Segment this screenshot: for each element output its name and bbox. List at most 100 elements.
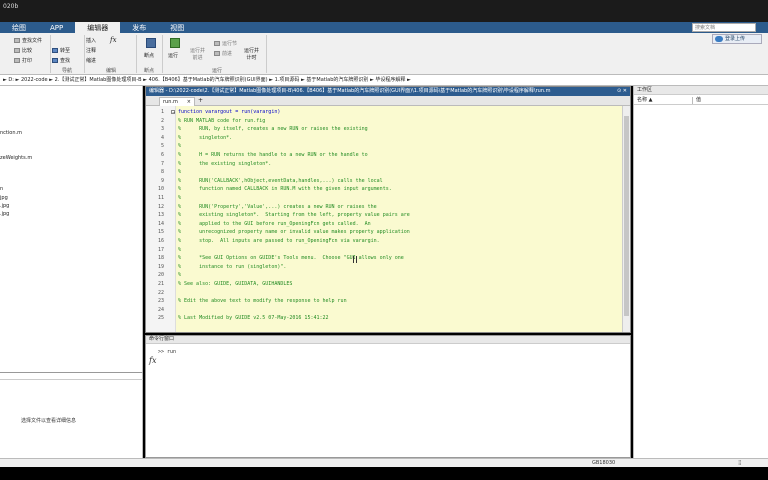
code-line[interactable]: % unrecognized property name or invalid … <box>178 229 410 235</box>
column-header-name[interactable]: 名称 ▲ <box>637 96 652 104</box>
comment-button[interactable]: 注释 <box>86 47 96 54</box>
code-line[interactable]: % applied to the GUI before run_OpeningF… <box>178 221 371 227</box>
insert-button[interactable]: 插入 <box>86 37 96 44</box>
code-line[interactable]: % function named CALLBACK in RUN.M with … <box>178 186 392 192</box>
code-line[interactable]: % <box>178 272 181 278</box>
code-line[interactable]: % singleton*. <box>178 135 232 141</box>
editor-vertical-scrollbar[interactable] <box>622 106 630 332</box>
tab-publish[interactable]: 发布 <box>120 22 158 33</box>
breakpoints-button[interactable]: 断点 <box>144 52 154 59</box>
mouse-cursor-ibeam <box>353 256 357 263</box>
window-title: 020b <box>3 3 19 10</box>
code-fold-icon[interactable]: − <box>171 110 175 115</box>
code-line[interactable]: % Last Modified by GUIDE v2.5 07-May-201… <box>178 315 329 321</box>
code-line[interactable]: % <box>178 247 181 253</box>
scrollbar-thumb[interactable] <box>624 116 629 316</box>
workspace-title: 工作区 <box>634 86 768 95</box>
line-number: 15 <box>157 229 164 236</box>
compare-icon <box>14 48 20 53</box>
code-line[interactable]: % <box>178 195 181 201</box>
line-number: 13 <box>157 212 164 219</box>
breakpoint-icon <box>146 38 156 48</box>
printer-icon <box>14 58 20 63</box>
code-line[interactable]: % <box>178 169 181 175</box>
tab-view[interactable]: 视图 <box>158 22 196 33</box>
command-window: 命令行窗口 >> run fx <box>145 335 631 458</box>
details-panel: 选择文件以查看详细信息 <box>0 372 143 472</box>
indent-button[interactable]: 缩进 <box>86 57 96 64</box>
workspace-panel: 工作区 名称 ▲ 值 <box>633 86 768 458</box>
tab-editor[interactable]: 编辑器 <box>75 22 121 33</box>
code-line[interactable]: % <box>178 143 181 149</box>
line-number: 12 <box>157 203 164 210</box>
editor-file-tabs: run.m × + <box>146 96 630 106</box>
login-upload-button[interactable]: 登录上传 <box>712 34 762 44</box>
insert-function-button[interactable]: fx <box>110 36 117 44</box>
find-files-button[interactable]: 查找文件 <box>14 37 42 44</box>
advance-icon <box>214 51 220 56</box>
line-number: 5 <box>160 143 164 150</box>
file-item[interactable]: n <box>0 186 3 192</box>
editor-title: 编辑器 - D:\2022-code\2.【测试正常】Matlab图像处理项目-… <box>149 88 551 94</box>
resize-grip-icon[interactable]: ⣿ <box>738 460 742 466</box>
line-number: 7 <box>160 160 164 167</box>
find-button[interactable]: 查找 <box>52 57 70 64</box>
run-and-advance-button[interactable]: 运行并 前进 <box>190 47 205 61</box>
current-folder-panel: nction.m zeWeights.m n jpg .jpg .jpg <box>0 86 143 372</box>
line-number: 10 <box>157 186 164 193</box>
file-item[interactable]: .jpg <box>0 211 9 217</box>
code-line[interactable]: function varargout = run(varargin) <box>178 109 280 115</box>
code-line[interactable]: % existing singleton*. Starting from the… <box>178 212 410 218</box>
code-line[interactable]: % the existing singleton*. <box>178 161 271 167</box>
ribbon-tab-bar: 绘图 APP 编辑器 发布 视图 <box>0 22 768 33</box>
tab-apps[interactable]: APP <box>38 22 75 33</box>
code-line[interactable]: % RUN, by itself, creates a new RUN or r… <box>178 126 368 132</box>
workspace-table-header: 名称 ▲ 值 <box>634 96 768 105</box>
line-number: 24 <box>157 306 164 313</box>
line-number: 20 <box>157 272 164 279</box>
current-folder-address-bar[interactable]: ► D: ► 2022-code ► 2.【测试正常】Matlab图像处理项目-… <box>0 75 768 86</box>
ribbon-divider <box>162 35 163 73</box>
print-button[interactable]: 打印 <box>14 57 32 64</box>
matlab-screen: 020b 绘图 APP 编辑器 发布 视图 搜索文档 查找文件 比较 打印 转至… <box>0 0 768 480</box>
file-item[interactable]: .jpg <box>0 203 9 209</box>
code-line[interactable]: % See also: GUIDE, GUIDATA, GUIHANDLES <box>178 281 292 287</box>
line-number: 4 <box>160 134 164 141</box>
file-item[interactable]: jpg <box>0 195 8 201</box>
details-placeholder-text: 选择文件以查看详细信息 <box>21 418 77 424</box>
code-line[interactable]: % stop. All inputs are passed to run_Ope… <box>178 238 380 244</box>
line-number: 3 <box>160 126 164 133</box>
new-tab-plus-icon[interactable]: + <box>198 97 203 105</box>
tab-plots[interactable]: 绘图 <box>0 22 38 33</box>
code-line[interactable]: % RUN MATLAB code for run.fig <box>178 118 265 124</box>
code-line[interactable]: % instance to run (singleton)". <box>178 264 286 270</box>
file-item[interactable]: zeWeights.m <box>0 155 32 161</box>
search-documentation-input[interactable]: 搜索文档 <box>692 23 756 32</box>
run-section-icon <box>214 41 220 46</box>
line-number: 11 <box>157 195 164 201</box>
close-tab-icon[interactable]: × <box>187 98 191 106</box>
goto-button[interactable]: 转至 <box>52 47 70 54</box>
file-item[interactable]: nction.m <box>0 130 22 136</box>
code-line[interactable]: % Edit the above text to modify the resp… <box>178 298 347 304</box>
file-tab-run-m[interactable]: run.m × <box>159 97 195 106</box>
code-line[interactable]: % H = RUN returns the handle to a new RU… <box>178 152 368 158</box>
run-button[interactable]: 运行 <box>168 52 178 59</box>
editor-window-controls[interactable]: ⊙ ✕ <box>617 88 627 95</box>
column-divider <box>692 97 693 104</box>
magnifier-icon <box>52 58 58 63</box>
column-header-value[interactable]: 值 <box>696 96 701 104</box>
folder-search-icon <box>14 38 20 43</box>
code-line[interactable]: % RUN('CALLBACK',hObject,eventData,handl… <box>178 178 383 184</box>
line-number: 8 <box>160 169 164 176</box>
line-number: 25 <box>157 315 164 322</box>
run-and-time-button[interactable]: 运行并 计时 <box>244 47 259 61</box>
code-line[interactable]: % RUN('Property','Value',...) creates a … <box>178 204 377 210</box>
ribbon-divider <box>136 35 137 73</box>
code-line[interactable]: % *See GUI Options on GUIDE's Tools menu… <box>178 255 404 261</box>
run-section-button[interactable]: 运行节 <box>214 40 237 47</box>
compare-button[interactable]: 比较 <box>14 47 32 54</box>
goto-icon <box>52 48 58 53</box>
advance-button[interactable]: 前进 <box>214 50 232 57</box>
fx-prompt-icon[interactable]: fx <box>149 356 156 365</box>
